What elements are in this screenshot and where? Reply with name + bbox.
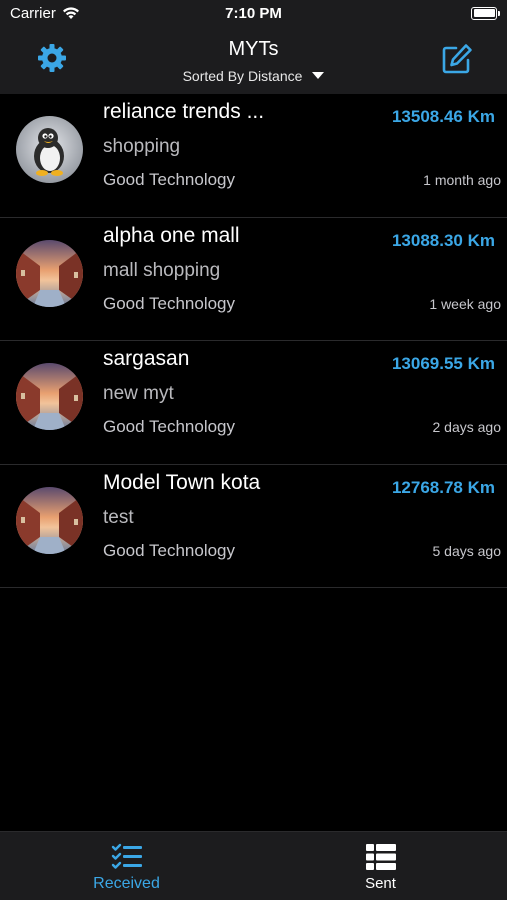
item-title: sargasan: [103, 347, 190, 370]
item-time: 1 week ago: [429, 295, 501, 312]
caret-down-icon: [312, 72, 325, 79]
item-company: Good Technology: [103, 293, 236, 313]
item-distance: 13508.46 Km: [391, 107, 495, 126]
list-item[interactable]: alpha one mall mall shopping Good Techno…: [0, 218, 507, 341]
item-company: Good Technology: [103, 170, 236, 189]
screen: Carrier 7:10 PM MYTs Sorted By Distance …: [0, 0, 507, 900]
tab-label: Received: [93, 875, 160, 892]
sort-dropdown[interactable]: Sorted By Distance: [183, 68, 325, 84]
tab-sent[interactable]: Sent: [254, 832, 507, 900]
list-item[interactable]: reliance trends ... shopping Good Techno…: [0, 94, 507, 218]
canal-sunset-photo: [16, 363, 83, 430]
item-distance: 13088.30 Km: [391, 230, 495, 250]
item-company: Good Technology: [103, 540, 236, 560]
battery-icon: [471, 6, 500, 20]
tab-received[interactable]: Received: [0, 832, 253, 900]
list-item[interactable]: sargasan new myt Good Technology 13069.5…: [0, 341, 507, 465]
item-time: 5 days ago: [432, 542, 502, 559]
list-item[interactable]: Model Town kota test Good Technology 127…: [0, 465, 507, 588]
tab-bar: Received Sent: [0, 831, 507, 900]
status-left: Carrier: [10, 5, 80, 22]
nav-bar: MYTs Sorted By Distance: [0, 26, 507, 94]
compose-icon[interactable]: [440, 42, 474, 76]
item-subtitle: mall shopping: [103, 259, 221, 281]
item-subtitle: shopping: [103, 136, 181, 157]
nav-center: MYTs Sorted By Distance: [183, 37, 325, 84]
item-company: Good Technology: [103, 417, 236, 436]
item-distance: 12768.78 Km: [391, 477, 495, 497]
item-title: Model Town kota: [103, 470, 261, 494]
canal-sunset-photo: [16, 486, 83, 554]
grid-list-icon: [365, 844, 396, 870]
gear-icon[interactable]: [36, 42, 68, 74]
item-title: alpha one mall: [103, 223, 240, 247]
item-time: 1 month ago: [423, 172, 501, 188]
item-title: reliance trends ...: [103, 100, 265, 123]
canal-sunset-photo: [16, 239, 83, 307]
page-title: MYTs: [228, 37, 279, 60]
tab-label: Sent: [365, 875, 396, 892]
checklist-icon: [111, 843, 142, 869]
carrier-label: Carrier: [10, 4, 56, 22]
item-subtitle: test: [103, 506, 134, 528]
sort-label: Sorted By Distance: [182, 67, 303, 84]
penguin-avatar: [16, 116, 83, 183]
item-distance: 13069.55 Km: [391, 354, 495, 373]
battery-fill: [473, 9, 495, 17]
wifi-icon: [62, 7, 79, 19]
item-time: 2 days ago: [432, 419, 502, 435]
myt-list: reliance trends ... shopping Good Techno…: [0, 94, 507, 588]
status-bar: Carrier 7:10 PM: [0, 0, 507, 26]
item-subtitle: new myt: [103, 383, 174, 404]
